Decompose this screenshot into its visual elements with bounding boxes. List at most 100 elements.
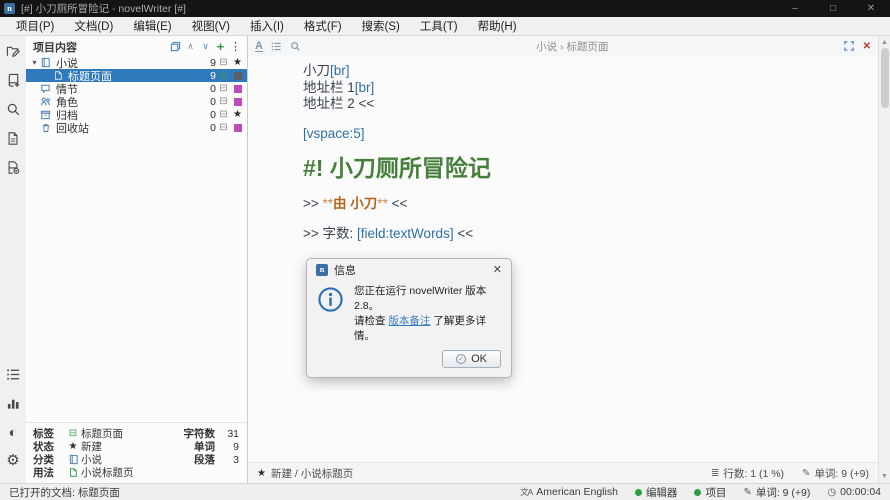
scroll-up-icon[interactable]: ▲ <box>881 39 888 46</box>
stats-bar-chart-icon[interactable] <box>2 393 24 413</box>
close-document-icon[interactable]: ✕ <box>863 41 871 52</box>
outline-list-icon[interactable] <box>2 364 24 384</box>
text-segment: 地址栏 2 << <box>303 96 374 111</box>
status-project-text: 项目 <box>705 485 726 500</box>
scrollbar-thumb[interactable] <box>881 48 889 108</box>
close-button[interactable]: ✕ <box>852 3 890 14</box>
text-segment: >> 字数: <box>303 226 357 241</box>
status-flag-icon: ★ <box>231 109 244 120</box>
status-square-icon <box>234 85 242 93</box>
editor-scrollbar[interactable]: ▲ ▼ <box>878 36 890 483</box>
outline-icon[interactable] <box>271 41 282 52</box>
project-panel: 项目内容 ∧ ∨ + ⋮ ▾小说9⊟★标题页面9⊟情节0⊟角色0⊟归档0⊟★回收… <box>26 36 248 483</box>
stat-value: 9 <box>215 441 239 453</box>
editor-body[interactable]: 小刀[br]地址栏 1[br]地址栏 2 <<[vspace:5]#! 小刀厕所… <box>248 56 878 462</box>
project-tree: ▾小说9⊟★标题页面9⊟情节0⊟角色0⊟归档0⊟★回收站0⊟ <box>26 54 247 422</box>
menu-item[interactable]: 帮助(H) <box>468 18 527 34</box>
text-segment: 由 小刀 <box>333 196 377 211</box>
search-document-icon[interactable] <box>290 41 301 52</box>
stat-row: 段落3 <box>167 453 239 466</box>
info-icon <box>317 286 344 313</box>
settings-gear-icon[interactable]: ⚙ <box>2 451 24 471</box>
format-toolbar-icon[interactable]: A <box>255 41 263 52</box>
tree-word-count: 0 <box>201 83 216 95</box>
status-language[interactable]: 文A American English <box>520 486 618 498</box>
theme-contrast-icon[interactable]: ◐ <box>2 422 24 442</box>
book-icon <box>39 57 52 68</box>
editor-column: A 小说 › 标题页面 ✕ <box>248 36 878 483</box>
menu-item[interactable]: 格式(F) <box>294 18 352 34</box>
item-details-panel: 标签⊟标题页面状态★新建分类小说用法小说标题页 字符数31单词9段落3 <box>26 422 247 483</box>
editor-window-buttons: ✕ <box>844 41 871 52</box>
breadcrumb: 小说 › 标题页面 <box>301 39 844 54</box>
tree-menu-dots-icon[interactable]: ⋮ <box>228 40 243 53</box>
dialog-close-icon[interactable]: ✕ <box>493 263 502 276</box>
expander-icon[interactable]: ▾ <box>30 58 39 67</box>
item-details-rows: 标签⊟标题页面状态★新建分类小说用法小说标题页 <box>33 427 167 479</box>
dialog-message-line1: 您正在运行 novelWriter 版本 2.8。 <box>354 285 486 312</box>
detail-row: 用法 小说标题页 <box>33 466 167 479</box>
ok-button[interactable]: ✓ OK <box>442 350 501 368</box>
text-segment: #! <box>303 155 323 181</box>
text-segment: [field:textWords] <box>357 226 454 241</box>
project-edit-icon[interactable] <box>2 41 24 61</box>
status-document: 已打开的文档: 标题页面 <box>9 485 503 500</box>
release-notes-link[interactable]: 版本备注 <box>388 315 430 327</box>
tree-word-count: 9 <box>201 57 216 69</box>
document-icon[interactable] <box>2 128 24 148</box>
editor-lines: 小刀[br]地址栏 1[br]地址栏 2 <<[vspace:5]#! 小刀厕所… <box>303 63 858 242</box>
detail-value: 小说标题页 <box>81 465 134 480</box>
text-segment: << <box>454 226 474 241</box>
editor-line: #! 小刀厕所冒险记 <box>303 153 858 183</box>
check-icon: ⊟ <box>65 428 81 439</box>
dialog-button-row: ✓ OK <box>307 350 511 377</box>
text-segment: 小刀厕所冒险记 <box>323 155 490 181</box>
dialog-body: 您正在运行 novelWriter 版本 2.8。 请检查 版本备注 了解更多详… <box>307 280 511 350</box>
stat-value: 31 <box>215 428 239 440</box>
window-title: [#] 小刀厕所冒险记 - novelWriter [#] <box>21 1 186 16</box>
editor-line: 地址栏 1[br] <box>303 80 858 97</box>
add-item-icon[interactable]: + <box>213 42 228 52</box>
text-segment: [br] <box>355 80 375 95</box>
focus-mode-icon[interactable] <box>844 41 854 51</box>
tree-item-label: 回收站 <box>52 120 201 136</box>
dialog-title-bar[interactable]: n 信息 ✕ <box>307 259 511 280</box>
status-square-icon <box>234 72 242 80</box>
book-icon <box>65 454 81 465</box>
status-square-icon <box>234 98 242 106</box>
status-project-indicator: 项目 <box>694 485 726 500</box>
menu-item[interactable]: 视图(V) <box>182 18 240 34</box>
status-words-text: 单词: 9 (+9) <box>756 485 811 500</box>
quick-links-icon[interactable] <box>168 41 183 52</box>
active-checkbox-icon: ⊟ <box>216 96 231 107</box>
document-remove-icon[interactable] <box>2 157 24 177</box>
menu-item[interactable]: 项目(P) <box>6 18 64 34</box>
active-checkbox-icon: ⊟ <box>216 109 231 120</box>
move-down-icon[interactable]: ∨ <box>198 41 213 52</box>
editor-line: 地址栏 2 << <box>303 96 858 113</box>
active-checkbox-icon: ⊟ <box>216 122 231 133</box>
item-stats: 字符数31单词9段落3 <box>167 427 239 479</box>
minimize-button[interactable]: – <box>776 3 814 14</box>
novel-view-icon[interactable] <box>2 70 24 90</box>
editor-line: 小刀[br] <box>303 63 858 80</box>
editor-footer-lines: ≣ 行数: 1 (1 %) <box>711 466 784 481</box>
novelwriter-window: n [#] 小刀厕所冒险记 - novelWriter [#] – □ ✕ 项目… <box>0 0 890 500</box>
search-icon[interactable] <box>2 99 24 119</box>
scroll-down-icon[interactable]: ▼ <box>881 473 888 480</box>
menu-item[interactable]: 文档(D) <box>64 18 123 34</box>
menu-item[interactable]: 搜索(S) <box>352 18 410 34</box>
maximize-button[interactable]: □ <box>814 3 852 14</box>
text-segment: 地址栏 1 <box>303 80 355 95</box>
move-up-icon[interactable]: ∧ <box>183 41 198 52</box>
status-flag-icon <box>231 124 244 132</box>
tree-row[interactable]: 回收站0⊟ <box>26 121 247 134</box>
app-logo-icon: n <box>4 3 15 14</box>
active-checkbox-icon: ⊟ <box>216 83 231 94</box>
menu-item[interactable]: 编辑(E) <box>123 18 181 34</box>
info-dialog: n 信息 ✕ 您正在运行 novelWriter 版本 2.8。 请检查 版本备… <box>306 258 512 378</box>
menu-item[interactable]: 插入(I) <box>240 18 294 34</box>
status-flag-icon <box>231 72 244 80</box>
menu-item[interactable]: 工具(T) <box>410 18 468 34</box>
detail-label: 用法 <box>33 465 65 480</box>
